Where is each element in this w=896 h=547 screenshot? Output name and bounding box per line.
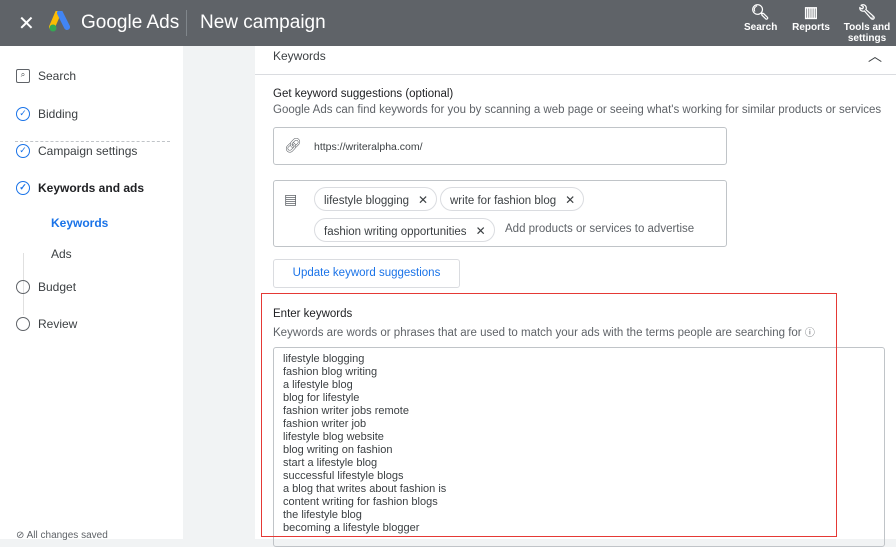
brand-name: Google Ads: [81, 12, 180, 33]
sidebar-item-review[interactable]: Review: [16, 317, 77, 331]
update-suggestions-button[interactable]: Update keyword suggestions: [273, 259, 460, 288]
products-input[interactable]: ▤ lifestyle blogging ✕ write for fashion …: [273, 180, 727, 247]
chip-label: fashion writing opportunities: [324, 226, 467, 238]
saved-icon: ⊘: [16, 530, 27, 541]
products-placeholder[interactable]: Add products or services to advertise: [505, 223, 694, 235]
section-title: Keywords: [273, 49, 326, 63]
label: Keywords: [51, 216, 109, 230]
google-ads-logo-icon: [49, 11, 70, 32]
search-icon: 🔍︎: [750, 4, 770, 21]
url-input[interactable]: 🔗︎ https://writeralpha.com/: [273, 127, 727, 165]
enter-keywords-description: Keywords are words or phrases that are u…: [273, 324, 815, 339]
top-bar: ✕ Google Ads New campaign 🔍︎ Search ▥ Repo…: [0, 0, 896, 46]
link-icon: 🔗︎: [284, 137, 302, 153]
keyword-line: content writing for fashion blogs: [283, 496, 438, 508]
wrench-icon: 🔧︎: [857, 4, 877, 21]
store-icon: ▤: [284, 191, 298, 207]
keyword-line: lifestyle blogging: [283, 353, 365, 365]
sidebar-subitem-ads[interactable]: Ads: [51, 247, 72, 261]
chip-label: lifestyle blogging: [324, 195, 410, 207]
keyword-line: successful lifestyle blogs: [283, 470, 404, 482]
keyword-line: becoming a lifestyle blogger: [283, 522, 420, 534]
chip: fashion writing opportunities ✕: [314, 218, 495, 242]
keyword-line: the lifestyle blog: [283, 509, 362, 521]
enter-keywords-title: Enter keywords: [273, 308, 353, 320]
label: Keywords and ads: [38, 181, 145, 195]
save-status: ⊘ All changes saved: [16, 530, 108, 541]
suggestions-title: Get keyword suggestions (optional): [273, 88, 454, 100]
check-circle-icon: ✓: [16, 144, 30, 158]
keyword-line: a blog that writes about fashion is: [283, 483, 447, 495]
search-campaign-icon: ⌕: [16, 69, 30, 83]
tools-label: Tools and settings: [843, 22, 891, 44]
url-value: https://writeralpha.com/: [314, 141, 423, 153]
reports-icon: ▥: [803, 4, 819, 21]
label: Bidding: [38, 107, 79, 121]
sidebar-campaign-type: ⌕ Search: [16, 69, 76, 83]
label: Ads: [51, 247, 72, 261]
sidebar-item-budget[interactable]: Budget: [16, 280, 76, 294]
keyword-line: lifestyle blog website: [283, 431, 384, 443]
remove-chip-icon[interactable]: ✕: [418, 193, 428, 207]
keyword-line: a lifestyle blog: [283, 379, 353, 391]
chevron-up-icon[interactable]: ︿: [868, 46, 882, 66]
label: Search: [38, 69, 77, 83]
save-status-text: All changes saved: [26, 530, 108, 541]
chip: write for fashion blog ✕: [440, 187, 585, 211]
empty-circle-icon: [16, 280, 30, 294]
label: Campaign settings: [38, 144, 138, 158]
page-title: New campaign: [200, 12, 326, 33]
remove-chip-icon[interactable]: ✕: [476, 224, 486, 238]
search-label: Search: [744, 22, 778, 33]
divider: [255, 74, 896, 75]
keywords-textarea[interactable]: lifestyle blogging fashion blog writing a …: [273, 347, 885, 547]
keyword-line: blog for lifestyle: [283, 392, 360, 404]
close-icon[interactable]: ✕: [18, 11, 35, 36]
keyword-line: fashion writer jobs remote: [283, 405, 409, 417]
keyword-line: start a lifestyle blog: [283, 457, 378, 469]
keyword-line: blog writing on fashion: [283, 444, 393, 456]
keywords-card: Keywords ︿ Get keyword suggestions (opti…: [255, 46, 896, 547]
sidebar-item-bidding[interactable]: ✓ Bidding: [16, 107, 78, 121]
label: Budget: [38, 280, 77, 294]
description-text: Keywords are words or phrases that are u…: [273, 327, 802, 339]
keyword-line: fashion writer job: [283, 418, 367, 430]
empty-circle-icon: [16, 317, 30, 331]
suggestions-description: Google Ads can find keywords for you by …: [273, 104, 882, 116]
remove-chip-icon[interactable]: ✕: [565, 193, 575, 207]
reports-button[interactable]: ▥ Reports: [791, 4, 831, 33]
keyword-line: fashion blog writing: [283, 366, 378, 378]
help-icon[interactable]: ⓘ: [805, 328, 815, 339]
divider: [186, 10, 187, 36]
sidebar: ⌕ Search ✓ Bidding ✓ Campaign settings ✓ Key…: [0, 46, 183, 539]
sidebar-item-campaign-settings[interactable]: ✓ Campaign settings: [16, 144, 137, 158]
reports-label: Reports: [792, 22, 830, 33]
search-button[interactable]: 🔍︎ Search: [744, 4, 778, 33]
check-circle-icon: ✓: [16, 181, 30, 195]
chip: lifestyle blogging ✕: [314, 187, 438, 211]
sidebar-item-keywords-and-ads[interactable]: ✓ Keywords and ads: [16, 181, 144, 195]
divider: [15, 141, 170, 142]
tools-settings-button[interactable]: 🔧︎ Tools and settings: [843, 4, 891, 44]
chip-label: write for fashion blog: [450, 195, 557, 207]
check-circle-icon: ✓: [16, 107, 30, 121]
sidebar-subitem-keywords[interactable]: Keywords: [51, 216, 108, 230]
label: Review: [38, 317, 78, 331]
